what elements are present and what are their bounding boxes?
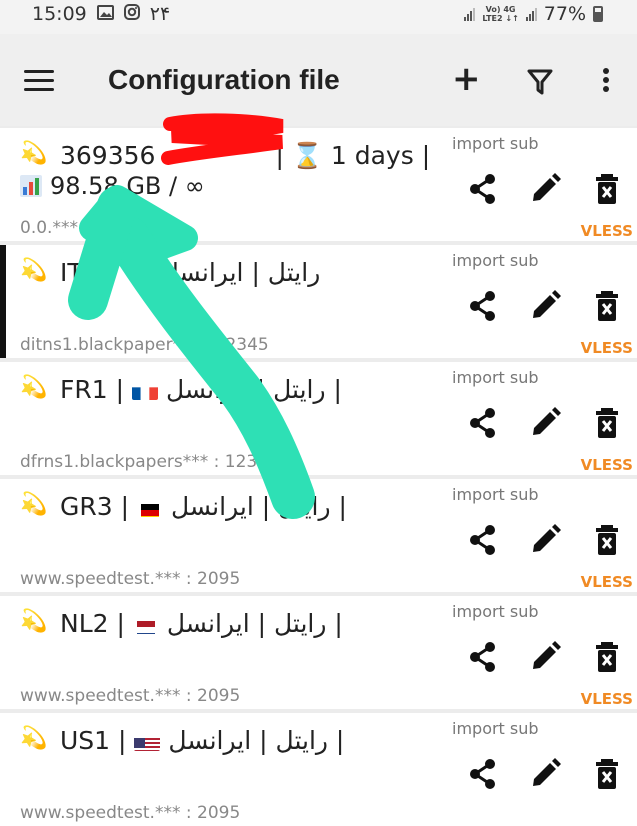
config-card[interactable]: 💫 369356 | ⌛ 1 days | 98.58 GB / ∞ 0.0.**…	[0, 128, 637, 241]
instagram-icon	[123, 4, 140, 24]
config-name-suffix: | ⌛ 1 days |	[275, 141, 431, 170]
add-icon[interactable]: +	[452, 62, 481, 96]
config-name-text: IT	[60, 258, 83, 287]
subscription-label: import sub	[452, 485, 539, 504]
config-name: 369356 | ⌛ 1 days |	[60, 141, 430, 171]
edit-pencil-icon[interactable]	[528, 523, 562, 557]
subscription-label: import sub	[452, 251, 539, 270]
config-card[interactable]: 💫 GR3 | | رایتل | ایرانسل www.speedtest.…	[0, 479, 637, 592]
server-address: ditns1.blackpaper*** : 12345	[20, 335, 269, 355]
share-icon[interactable]	[466, 757, 500, 791]
app-bar: Configuration file +	[0, 34, 637, 126]
usage-text: 98.58 GB / ∞	[50, 172, 205, 200]
subscription-label: import sub	[452, 368, 539, 387]
share-icon[interactable]	[466, 406, 500, 440]
subscription-label: import sub	[452, 602, 539, 621]
share-icon[interactable]	[466, 289, 500, 323]
battery-icon	[593, 6, 603, 22]
config-name: NL2 | | رایتل | ایرانسل	[60, 609, 343, 638]
status-time: 15:09	[32, 3, 87, 25]
edit-pencil-icon[interactable]	[528, 640, 562, 674]
protocol-badge: VLESS	[580, 690, 633, 708]
flag-nl-icon	[133, 616, 159, 634]
protocol-badge: VLESS	[580, 222, 633, 240]
config-name-suffix: | رایتل | ایرانسل	[166, 609, 343, 638]
config-card[interactable]: 💫 US1 | | رایتل | ایرانسل www.speedtest.…	[0, 713, 637, 826]
config-card[interactable]: 💫 FR1 | | رایتل | ایرانسل dfrns1.blackpa…	[0, 362, 637, 475]
dizzy-emoji: 💫	[20, 258, 48, 283]
signal-icon-2	[525, 7, 537, 21]
flag-fr-icon	[131, 382, 158, 400]
server-address: 0.0.*** :	[20, 218, 90, 238]
config-name: US1 | | رایتل | ایرانسل	[60, 726, 344, 755]
config-name: IT رایتل | ایرانسل	[60, 258, 320, 287]
config-name: FR1 | | رایتل | ایرانسل	[60, 375, 342, 404]
delete-icon[interactable]	[591, 640, 625, 674]
menu-icon[interactable]	[24, 70, 54, 92]
flag-us-icon	[134, 733, 161, 751]
delete-icon[interactable]	[591, 172, 625, 206]
config-name-suffix: | رایتل | ایرانسل	[170, 492, 347, 521]
config-name-suffix: | رایتل | ایرانسل	[165, 375, 342, 404]
flag-de-icon	[137, 499, 163, 517]
dizzy-emoji: 💫	[20, 375, 48, 400]
page-title: Configuration file	[108, 64, 340, 95]
gallery-icon	[96, 4, 114, 24]
config-name-text: NL2 |	[60, 609, 125, 638]
status-notification-count: ۲۴	[149, 3, 171, 25]
status-bar-left: 15:09 ۲۴	[32, 3, 170, 25]
config-name-text: GR3 |	[60, 492, 130, 521]
network-type-icon: Vo) 4G LTE2 ↓↑	[482, 5, 518, 23]
config-card[interactable]: 💫 NL2 | | رایتل | ایرانسل www.speedtest.…	[0, 596, 637, 709]
more-vert-icon[interactable]	[600, 68, 612, 98]
config-name-suffix: رایتل | ایرانسل	[160, 258, 321, 287]
share-icon[interactable]	[466, 172, 500, 206]
edit-pencil-icon[interactable]	[528, 289, 562, 323]
config-card[interactable]: 💫 IT رایتل | ایرانسل ditns1.blackpaper***…	[0, 245, 637, 358]
server-address: www.speedtest.*** : 2095	[20, 569, 241, 589]
dizzy-emoji: 💫	[20, 726, 48, 751]
edit-pencil-icon[interactable]	[528, 406, 562, 440]
subscription-label: import sub	[452, 719, 539, 738]
dizzy-emoji: 💫	[20, 492, 48, 517]
network-type-bottom: LTE2 ↓↑	[482, 14, 519, 23]
status-bar-right: Vo) 4G LTE2 ↓↑ 77%	[464, 3, 603, 25]
server-address: www.speedtest.*** : 2095	[20, 803, 241, 823]
config-name-text: 369356	[60, 141, 156, 170]
protocol-badge: VLESS	[580, 456, 633, 474]
edit-pencil-icon[interactable]	[528, 172, 562, 206]
delete-icon[interactable]	[591, 523, 625, 557]
usage-line: 98.58 GB / ∞	[20, 172, 205, 203]
delete-icon[interactable]	[591, 406, 625, 440]
signal-icon	[464, 7, 476, 21]
filter-icon[interactable]	[527, 68, 553, 96]
protocol-badge: VLESS	[580, 339, 633, 357]
config-name-text: US1 |	[60, 726, 127, 755]
share-icon[interactable]	[466, 640, 500, 674]
config-name-text: FR1 |	[60, 375, 125, 404]
delete-icon[interactable]	[591, 757, 625, 791]
status-bar: 15:09 ۲۴ Vo) 4G LTE2 ↓↑ 77%	[0, 0, 637, 34]
dizzy-emoji: 💫	[20, 141, 48, 166]
delete-icon[interactable]	[591, 289, 625, 323]
subscription-label: import sub	[452, 134, 539, 153]
edit-pencil-icon[interactable]	[528, 757, 562, 791]
bar-chart-icon	[20, 175, 42, 203]
protocol-badge: VLESS	[580, 573, 633, 591]
server-address: www.speedtest.*** : 2095	[20, 686, 241, 706]
config-name: GR3 | | رایتل | ایرانسل	[60, 492, 347, 521]
server-address: dfrns1.blackpapers*** : 12345	[20, 452, 279, 472]
share-icon[interactable]	[466, 523, 500, 557]
network-type-top: Vo) 4G	[485, 5, 516, 14]
config-name-suffix: | رایتل | ایرانسل	[168, 726, 345, 755]
dizzy-emoji: 💫	[20, 609, 48, 634]
battery-percent: 77%	[543, 3, 586, 25]
